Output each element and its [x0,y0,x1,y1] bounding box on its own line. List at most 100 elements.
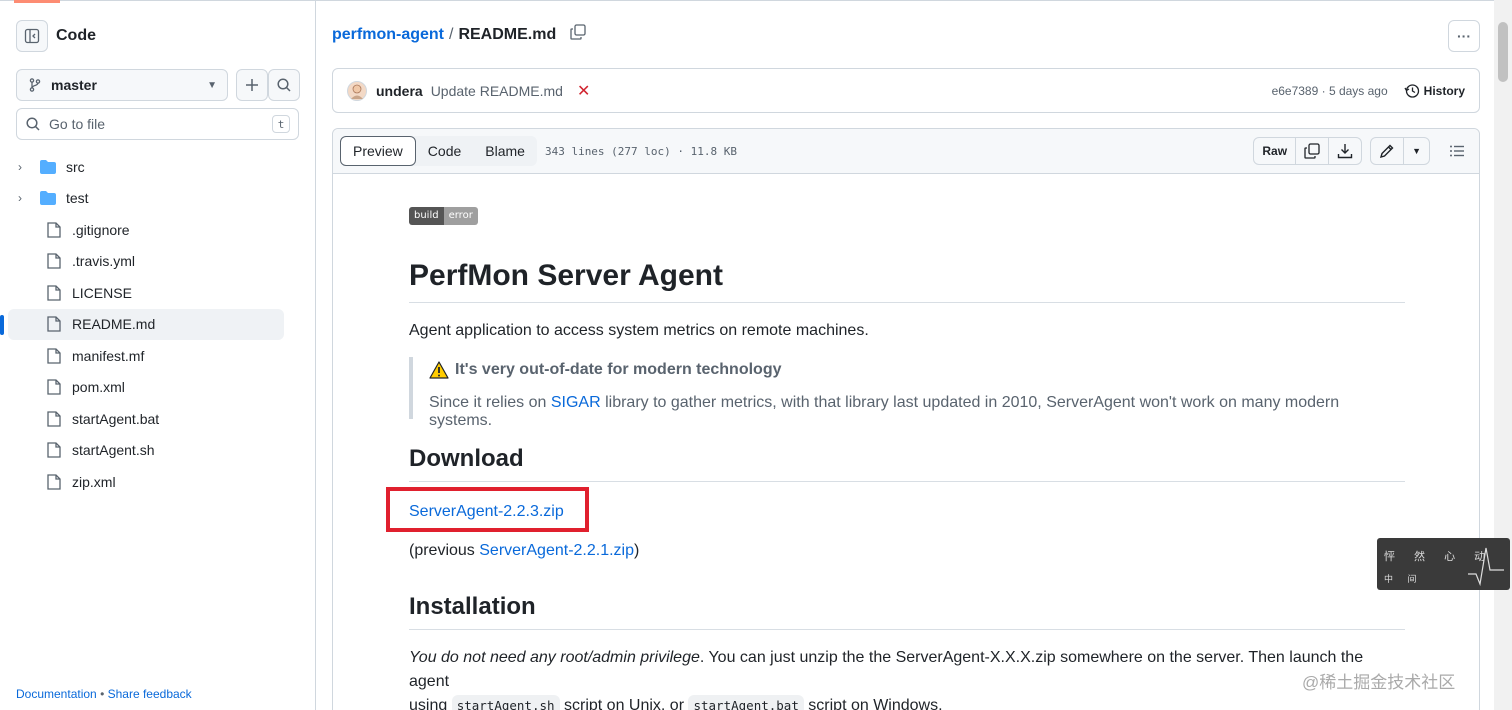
tree-item-label: .travis.yml [72,253,135,270]
file-tree-sidebar: Code master ▼ Go to file t › src › test … [0,0,316,710]
tree-item-startagent-bat[interactable]: startAgent.bat [8,403,284,435]
install-emphasis: You do not need any root/admin privilege [409,648,700,666]
caret-down-icon: ▼ [1412,146,1421,156]
tree-item-test[interactable]: › test [8,183,284,215]
breadcrumb-file: README.md [458,25,557,43]
tree-item-license[interactable]: LICENSE [8,277,284,309]
readme-intro: Agent application to access system metri… [409,321,869,339]
readme-title: PerfMon Server Agent [409,259,1405,303]
plus-icon [246,79,258,91]
caret-down-icon: ▼ [207,79,217,91]
search-code-button[interactable] [268,69,300,101]
breadcrumb-repo-link[interactable]: perfmon-agent [332,26,444,44]
chevron-right-icon[interactable]: › [18,191,30,205]
download-raw-button[interactable] [1329,138,1361,164]
tree-item-src[interactable]: › src [8,151,284,183]
commit-meta[interactable]: e6e7389 · 5 days ago [1272,84,1388,98]
edit-file-button[interactable] [1371,138,1405,164]
share-feedback-link[interactable]: Share feedback [108,687,192,701]
history-button[interactable]: History [1404,83,1465,99]
warning-body: Since it relies on SIGAR library to gath… [429,394,1405,430]
raw-actions-group: Raw [1253,137,1363,165]
check-failed-icon[interactable]: ✕ [577,81,590,101]
search-icon [26,117,40,131]
folder-icon [40,191,56,206]
floating-music-widget[interactable]: 怦 然 心 动 中 间 [1377,538,1510,590]
list-unordered-icon [1450,145,1464,157]
go-to-file-placeholder: Go to file [49,116,106,132]
file-tree: › src › test .gitignore .travis.yml LICE… [0,151,284,498]
tree-item-pom[interactable]: pom.xml [8,372,284,404]
git-branch-icon [29,78,41,92]
branch-name: master [51,77,97,93]
copy-raw-button[interactable] [1296,138,1330,164]
waveform-icon [1468,547,1504,587]
tree-item-manifest[interactable]: manifest.mf [8,340,284,372]
outline-button[interactable] [1442,137,1472,165]
tab-preview[interactable]: Preview [340,136,416,166]
documentation-link[interactable]: Documentation [16,687,97,701]
previous-text-pre: (previous [409,541,480,559]
highlight-box [386,486,589,532]
tab-blame[interactable]: Blame [473,136,537,166]
widget-subtitle: 中 间 [1384,574,1423,584]
go-to-file-input[interactable]: Go to file t [16,108,299,140]
more-options-button[interactable]: ··· [1448,20,1480,52]
install-text-4: script on Windows. [803,696,943,710]
tree-item-label: manifest.mf [72,347,145,364]
tree-item-label: src [66,158,85,175]
install-text-3: script on Unix, or [559,696,689,710]
raw-button[interactable]: Raw [1254,138,1297,164]
copy-path-button[interactable] [570,24,586,45]
tree-item-startagent-sh[interactable]: startAgent.sh [8,435,284,467]
sidebar-footer: Documentation • Share feedback [16,687,192,701]
warning-text-pre: Since it relies on [429,393,551,411]
warning-title: It's very out-of-date for modern technol… [455,360,782,378]
page-scrollbar[interactable] [1494,0,1512,710]
warning-blockquote: It's very out-of-date for modern technol… [409,356,1405,429]
tree-item-label: README.md [72,316,156,333]
previous-download-link[interactable]: ServerAgent-2.2.1.zip [479,542,634,559]
tree-item-label: startAgent.sh [72,442,155,459]
file-icon [47,253,61,269]
file-icon [47,379,61,395]
download-icon [1337,144,1353,159]
file-icon [47,474,61,490]
tree-item-travis[interactable]: .travis.yml [8,246,284,278]
tab-code[interactable]: Code [416,136,473,166]
file-stats: 343 lines (277 loc) · 11.8 KB [544,144,738,158]
tree-item-label: pom.xml [72,379,125,396]
tree-item-label: LICENSE [72,284,132,301]
sidebar-collapse-icon [24,28,40,44]
sidebar-toggle-button[interactable] [16,20,48,52]
breadcrumb: perfmon-agent / README.md [332,24,586,45]
installation-paragraph: You do not need any root/admin privilege… [409,646,1405,710]
file-header: Preview Code Blame 343 lines (277 loc) ·… [333,129,1479,174]
copy-icon [570,24,586,40]
footer-separator: • [100,687,105,701]
scrollbar-thumb[interactable] [1498,22,1508,82]
commit-message[interactable]: Update README.md [431,83,563,99]
folder-icon [40,159,56,174]
tree-item-gitignore[interactable]: .gitignore [8,214,284,246]
tree-item-label: .gitignore [72,221,130,238]
history-label: History [1423,83,1465,98]
tree-item-label: startAgent.bat [72,410,160,427]
file-icon [47,442,61,458]
commit-author[interactable]: undera [376,83,423,99]
history-icon [1404,83,1419,98]
edit-dropdown-button[interactable]: ▼ [1404,138,1429,164]
add-file-button[interactable] [236,69,268,101]
chevron-right-icon[interactable]: › [18,160,30,174]
avatar[interactable] [347,80,367,101]
tree-item-zip[interactable]: zip.xml [8,466,284,498]
tree-item-readme[interactable]: README.md [0,308,284,340]
branch-selector[interactable]: master ▼ [16,69,228,101]
file-icon [47,222,61,238]
build-status-badge[interactable]: build error [409,206,478,225]
watermark: @稀土掘金技术社区 [1302,673,1456,692]
tree-item-label: zip.xml [72,473,116,490]
sidebar-header: Code [16,20,96,52]
sigar-link[interactable]: SIGAR [551,394,601,411]
latest-commit-bar: undera Update README.md ✕ e6e7389 · 5 da… [332,68,1480,113]
